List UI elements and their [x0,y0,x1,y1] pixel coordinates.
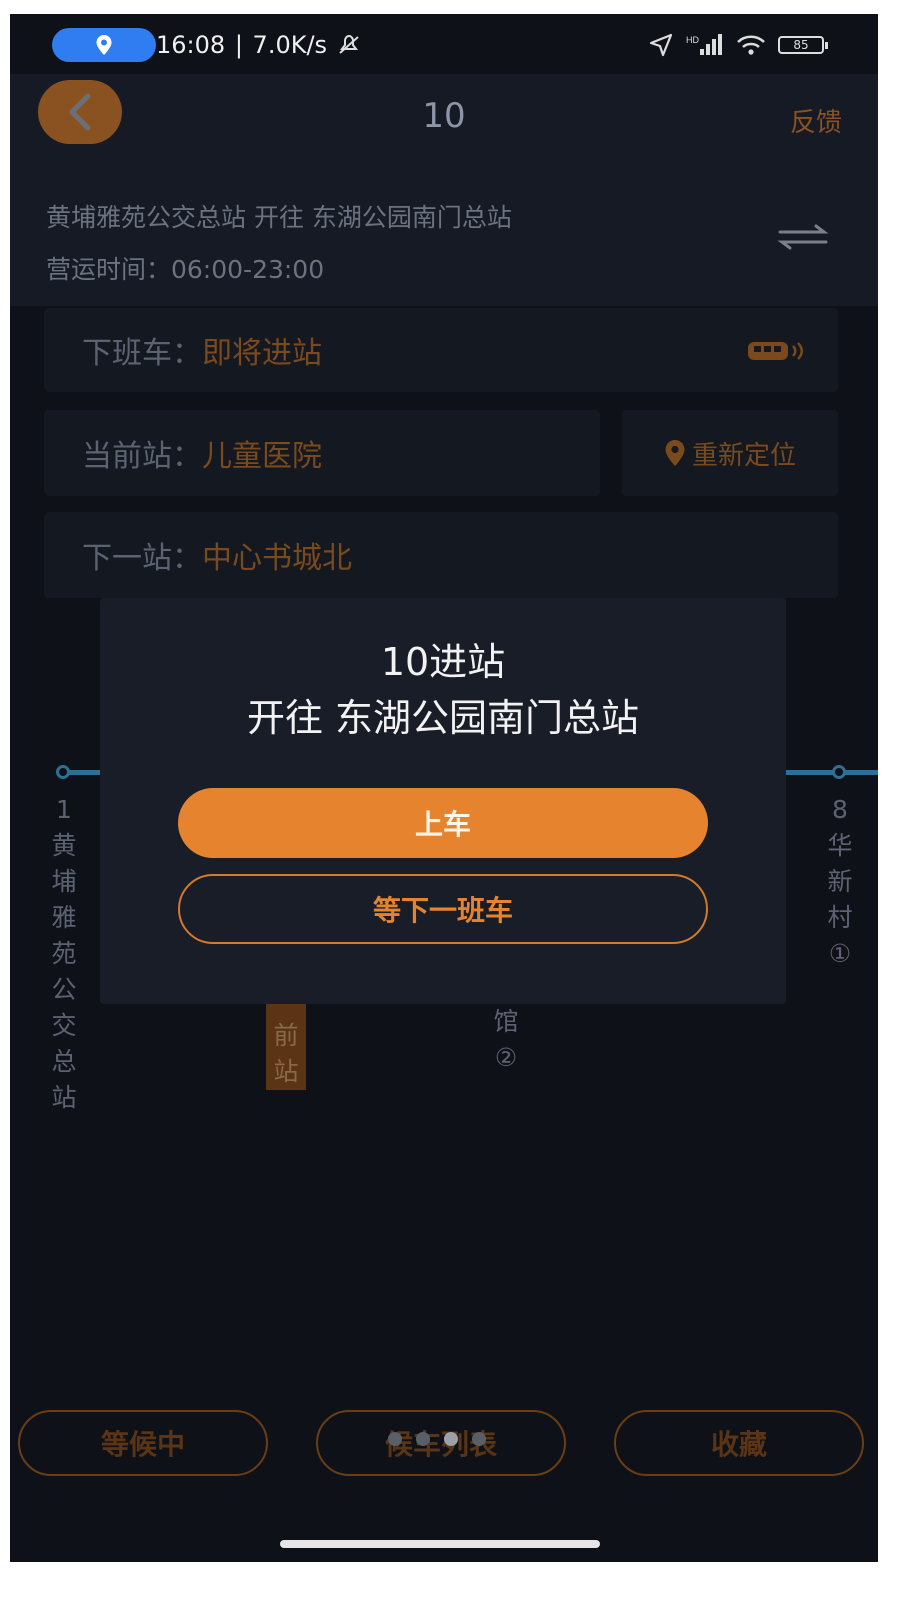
stop-index-first: 1 [56,795,72,824]
wifi-icon [737,35,765,55]
next-bus-row: 下班车： 即将进站 [82,308,322,392]
battery-icon: 85 [778,36,828,54]
page-dot [388,1432,402,1446]
stop-index-last: 8 [832,795,848,824]
signal-icon: HD [686,34,722,55]
stop-dot-last [832,765,846,779]
stop-name-first[interactable]: 黄 埔 雅 苑 公 交 总 站 [46,828,82,1116]
status-bar: 16:08 | 7.0K/s HD 85 [10,14,878,78]
relocate-label: 重新定位 [691,440,796,471]
operating-hours: 营运时间：06:00-23:00 [46,255,325,284]
stop-name-middle-partial[interactable]: 馆 ② [488,1004,524,1076]
route-header: 10 反馈 黄埔雅苑公交总站 开往 东湖公园南门总站 营运时间：06:00-23… [10,74,878,306]
battery-level: 85 [793,38,809,52]
status-icons: HD 85 [648,32,828,58]
board-button[interactable]: 上车 [178,788,708,858]
swap-direction-button[interactable] [776,224,830,254]
relocate-button[interactable]: 重新定位 [622,410,838,496]
home-indicator[interactable] [280,1540,600,1548]
next-bus-label: 下班车： [82,336,202,371]
current-stop-label: 当前站： [82,439,202,474]
status-text: 16:08 | 7.0K/s [156,28,361,62]
page-dot [472,1432,486,1446]
current-stop-row: 当前站： 儿童医院 [82,410,322,496]
clock: 16:08 [156,31,226,59]
stop-dot-first [56,765,70,779]
bus-sound-icon [748,342,803,360]
favorite-button[interactable]: 收藏 [614,1410,864,1476]
current-stop-value: 儿童医院 [202,439,322,474]
route-number: 10 [422,96,466,136]
current-stop-card: 当前站： 儿童医院 [44,410,600,496]
current-stop-partial: 前 站 [273,1021,299,1086]
arrival-dialog: 10进站 开往 东湖公园南门总站 上车 等下一班车 [100,598,786,1004]
mute-icon [339,34,359,54]
network-speed: 7.0K/s [252,31,328,59]
navigation-arrow-icon [649,33,673,57]
location-indicator [52,28,156,62]
next-stop-card: 下一站： 中心书城北 [44,512,838,598]
next-bus-card: 下班车： 即将进站 [44,308,838,392]
page-dot-active [444,1432,458,1446]
page-indicator [388,1432,486,1446]
wait-next-bus-button[interactable]: 等下一班车 [178,874,708,944]
route-direction: 黄埔雅苑公交总站 开往 东湖公园南门总站 [46,203,512,232]
feedback-button[interactable]: 反馈 [790,102,842,139]
stop-name-last[interactable]: 华 新 村 ① [822,828,858,972]
dialog-subtitle: 开往 东湖公园南门总站 [246,696,640,740]
svg-text:HD: HD [686,35,699,45]
location-pin-icon [96,35,112,55]
phone-screen: 16:08 | 7.0K/s HD 85 10 反馈 黄埔雅苑公交总站 开往 东… [10,14,878,1562]
page-dot [416,1432,430,1446]
location-pin-icon [665,440,685,466]
next-stop-row: 下一站： 中心书城北 [82,512,352,598]
swap-arrows-icon [777,224,829,250]
status-separator: | [234,31,243,59]
next-stop-value: 中心书城北 [202,541,352,576]
next-stop-label: 下一站： [82,541,202,576]
dialog-title: 10进站 [380,640,506,684]
next-bus-value: 即将进站 [202,336,322,371]
waiting-button[interactable]: 等候中 [18,1410,268,1476]
